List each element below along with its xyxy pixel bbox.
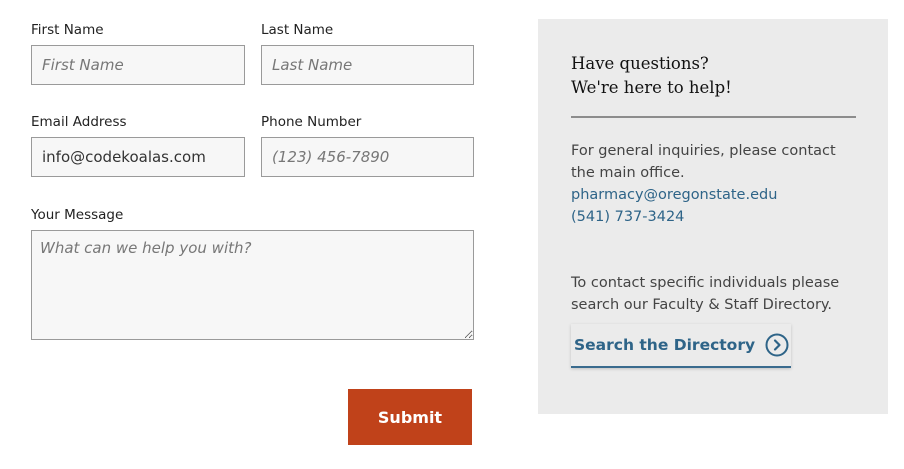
general-inquiries-text: For general inquiries, please contact th… xyxy=(571,143,836,181)
phone-link[interactable]: (541) 737-3424 xyxy=(571,207,684,229)
chevron-right-circle-icon xyxy=(765,333,789,357)
help-heading: Have questions? We're here to help! xyxy=(571,52,861,100)
submit-button[interactable]: Submit xyxy=(348,389,472,445)
search-directory-label: Search the Directory xyxy=(574,336,756,354)
message-label: Your Message xyxy=(31,207,124,223)
search-directory-button[interactable]: Search the Directory xyxy=(571,324,791,368)
heading-divider xyxy=(571,116,856,118)
help-heading-line1: Have questions? xyxy=(571,54,709,73)
first-name-label: First Name xyxy=(31,22,104,38)
directory-text: To contact specific individuals please s… xyxy=(571,275,840,313)
phone-label: Phone Number xyxy=(261,114,362,130)
email-label: Email Address xyxy=(31,114,127,130)
last-name-input[interactable] xyxy=(261,45,474,85)
message-textarea[interactable] xyxy=(31,230,474,340)
phone-input[interactable] xyxy=(261,137,474,177)
first-name-input[interactable] xyxy=(31,45,245,85)
help-panel: Have questions? We're here to help! For … xyxy=(538,19,888,414)
email-link[interactable]: pharmacy@oregonstate.edu xyxy=(571,185,777,207)
last-name-label: Last Name xyxy=(261,22,334,38)
help-heading-line2: We're here to help! xyxy=(571,78,732,97)
email-field[interactable] xyxy=(31,137,245,177)
